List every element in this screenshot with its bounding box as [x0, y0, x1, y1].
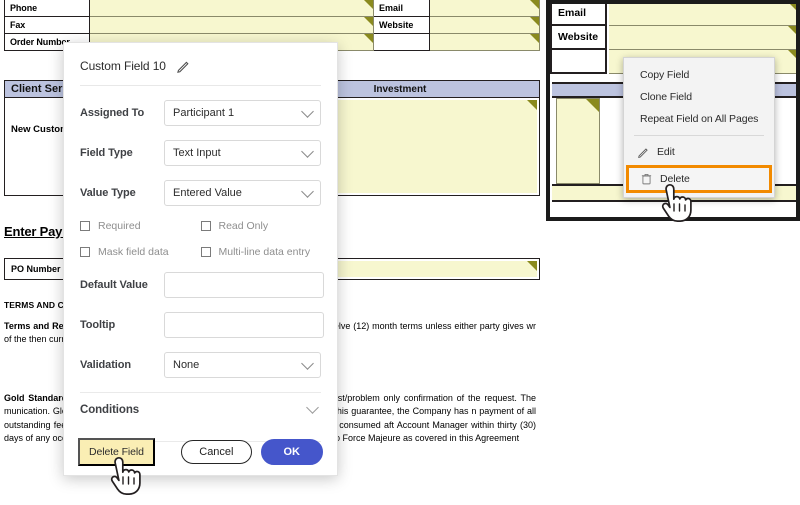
chevron-down-icon — [306, 401, 319, 414]
contact-field-blank[interactable] — [430, 34, 540, 51]
zoom-contact-field-website[interactable] — [609, 26, 796, 50]
default-value-input[interactable] — [164, 272, 324, 298]
context-menu-divider — [634, 135, 764, 136]
checkbox-box[interactable] — [80, 247, 90, 257]
zoom-contact-label-blank — [550, 50, 607, 74]
checkbox-label: Required — [98, 220, 141, 232]
field-row-validation: Validation None — [80, 352, 321, 378]
context-menu-label: Delete — [660, 173, 690, 185]
contact-label-fax: Fax — [4, 17, 90, 34]
chevron-down-icon — [301, 105, 314, 118]
checkbox-box[interactable] — [200, 221, 211, 231]
contact-label-email: Email — [374, 0, 430, 17]
dialog-title: Custom Field 10 — [80, 59, 166, 73]
table-row: Fax Website — [4, 17, 540, 34]
field-row-default-value: Default Value — [80, 272, 324, 298]
assigned-to-value: Participant 1 — [173, 107, 235, 119]
context-menu-item-repeat-field-on-all-pages[interactable]: Repeat Field on All Pages — [624, 108, 774, 130]
label-tooltip: Tooltip — [80, 319, 116, 331]
table-row: Email — [550, 4, 796, 26]
checkbox-read-only[interactable]: Read Only — [200, 220, 322, 232]
checkbox-label: Mask field data — [98, 246, 169, 258]
context-menu-label: Clone Field — [640, 91, 693, 103]
checkbox-label: Read Only — [218, 220, 269, 232]
checkbox-box[interactable] — [80, 221, 90, 231]
contact-field-fax[interactable] — [90, 17, 374, 34]
trash-icon — [639, 172, 654, 187]
field-type-value: Text Input — [173, 147, 221, 159]
dialog-divider — [80, 85, 321, 86]
field-row-tooltip: Tooltip — [80, 312, 324, 338]
tooltip-input[interactable] — [164, 312, 324, 338]
zoom-contact-label-email: Email — [550, 4, 607, 26]
checkbox-row-1: Required Read Only — [80, 220, 321, 232]
checkbox-mask-field-data[interactable]: Mask field data — [80, 246, 201, 258]
context-menu-item-copy-field[interactable]: Copy Field — [624, 64, 774, 86]
context-menu-label: Copy Field — [640, 69, 690, 81]
table-row: Website — [550, 26, 796, 50]
context-menu-label: Edit — [657, 146, 675, 158]
chevron-down-icon — [301, 145, 314, 158]
context-menu-label: Repeat Field on All Pages — [640, 113, 759, 125]
delete-highlight-box: Delete — [626, 165, 772, 193]
contact-field-website[interactable] — [430, 17, 540, 34]
po-number-label: PO Number — [5, 259, 67, 279]
terms-heading: TERMS AND C — [4, 300, 64, 310]
label-validation: Validation — [80, 359, 131, 371]
field-row-field-type: Field Type Text Input — [80, 140, 321, 166]
zoom-contact-label-website: Website — [550, 26, 607, 50]
accordion-label: Conditions — [80, 404, 140, 416]
dialog-footer: Delete Field Cancel OK — [64, 429, 337, 475]
chevron-down-icon — [301, 185, 314, 198]
context-menu-item-edit[interactable]: Edit — [624, 141, 774, 163]
value-type-value: Entered Value — [173, 187, 242, 199]
pencil-icon[interactable] — [176, 58, 192, 74]
label-assigned-to: Assigned To — [80, 107, 145, 119]
cancel-button[interactable]: Cancel — [181, 440, 252, 464]
context-menu-item-clone-field[interactable]: Clone Field — [624, 86, 774, 108]
validation-select[interactable]: None — [164, 352, 321, 378]
field-row-value-type: Value Type Entered Value — [80, 180, 321, 206]
contact-field-email[interactable] — [430, 0, 540, 17]
assigned-to-select[interactable]: Participant 1 — [164, 100, 321, 126]
checkbox-multi-line-data-entry[interactable]: Multi-line data entry — [200, 246, 322, 258]
contact-field-phone[interactable] — [90, 0, 374, 17]
dialog-title-row: Custom Field 10 — [64, 43, 337, 77]
contact-label-phone: Phone — [4, 0, 90, 17]
contact-label-blank — [374, 34, 430, 51]
checkbox-row-2: Mask field data Multi-line data entry — [80, 246, 321, 258]
value-type-select[interactable]: Entered Value — [164, 180, 321, 206]
delete-field-button[interactable]: Delete Field — [78, 438, 155, 466]
label-default-value: Default Value — [80, 279, 148, 291]
label-field-type: Field Type — [80, 147, 133, 159]
validation-value: None — [173, 359, 200, 371]
checkbox-required[interactable]: Required — [80, 220, 201, 232]
contact-label-website: Website — [374, 17, 430, 34]
label-value-type: Value Type — [80, 187, 136, 199]
table-row: Phone Email — [4, 0, 540, 17]
pencil-icon — [636, 145, 651, 160]
chevron-down-icon — [301, 357, 314, 370]
field-row-assigned-to: Assigned To Participant 1 — [80, 100, 321, 126]
ok-button[interactable]: OK — [260, 439, 323, 465]
checkbox-label: Multi-line data entry — [218, 246, 311, 258]
zoom-contact-field-email[interactable] — [609, 4, 796, 26]
screenshot-root: Phone Email Fax Website Order Number Cli… — [0, 0, 800, 505]
custom-field-dialog: Custom Field 10 Assigned To Participant … — [63, 42, 338, 476]
zoom-form-field[interactable] — [556, 98, 600, 184]
context-menu-item-delete[interactable]: Delete — [629, 168, 769, 190]
field-type-select[interactable]: Text Input — [164, 140, 321, 166]
field-context-menu: Copy Field Clone Field Repeat Field on A… — [623, 57, 775, 198]
checkbox-box[interactable] — [200, 247, 211, 257]
accordion-conditions[interactable]: Conditions — [80, 393, 321, 427]
